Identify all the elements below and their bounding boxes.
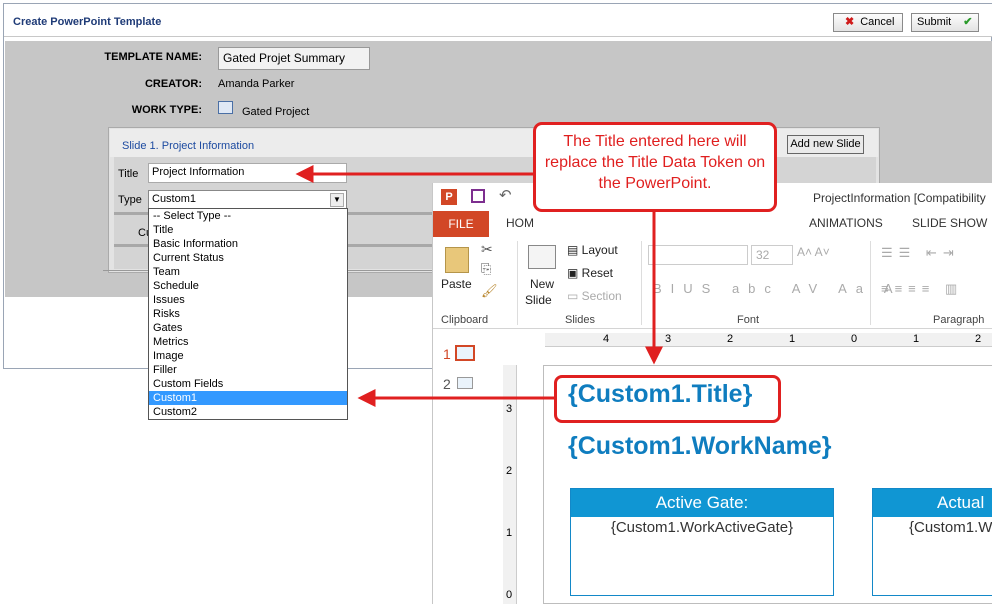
annotation-arrows [295, 165, 663, 407]
